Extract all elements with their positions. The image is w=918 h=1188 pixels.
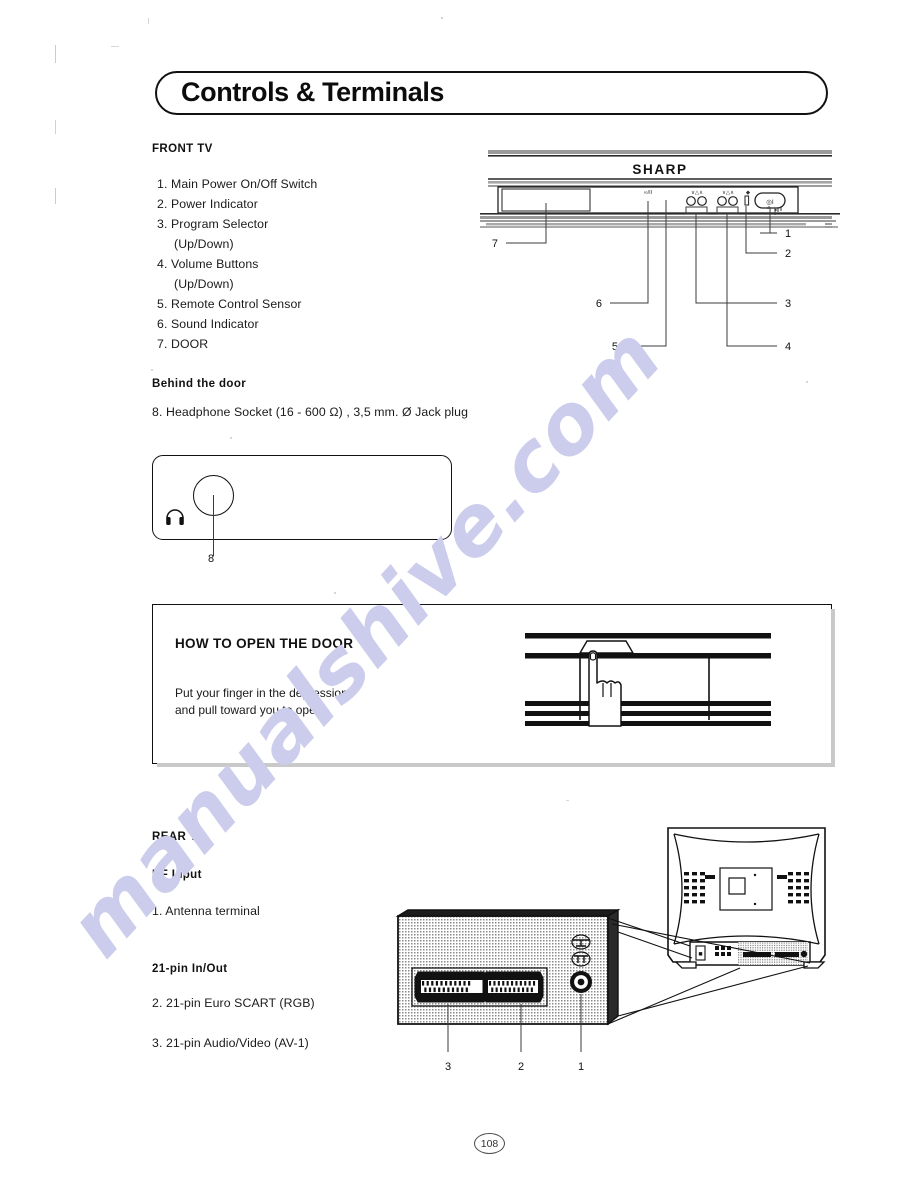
volume-down-button <box>717 196 727 206</box>
tv-rear-body: ■ <box>667 827 826 969</box>
list-item-number: 1. <box>157 177 168 191</box>
program-selector-label: ∨△∧ <box>691 190 703 196</box>
finger-shape <box>588 650 622 727</box>
how-to-open-line2: and pull toward you to open. <box>175 702 326 717</box>
list-item: 6. Sound Indicator <box>157 317 259 331</box>
list-item-number: 5. <box>157 297 168 311</box>
list-item: 3. Program Selector <box>157 217 268 231</box>
front-tv-diagram: SHARP ∞/II ∨△∧ ∨△∧ ◆ ◎I 1 2 3 4 5 6 7 <box>480 143 840 358</box>
front-callout-1: 1 <box>785 228 791 240</box>
box-shadow-right <box>831 609 835 767</box>
scan-speck <box>111 46 119 47</box>
antenna-coax-socket <box>570 971 592 993</box>
list-item-sub: (Up/Down) <box>174 277 234 291</box>
list-item: 7. DOOR <box>157 337 208 351</box>
rear-callout-3: 3 <box>445 1061 451 1073</box>
list-item-label: DOOR <box>171 337 209 351</box>
power-led <box>744 195 750 206</box>
scan-speck <box>151 369 153 371</box>
list-item: 5. Remote Control Sensor <box>157 297 302 311</box>
door-open-illustration <box>525 633 771 727</box>
behind-door-heading: Behind the door <box>152 378 247 390</box>
list-item-label: Main Power On/Off Switch <box>171 177 318 191</box>
front-callout-7: 7 <box>492 238 498 250</box>
rear-callout-2: 2 <box>518 1061 524 1073</box>
list-item: 2. Power Indicator <box>157 197 258 211</box>
antenna-terminal-item: 1. Antenna terminal <box>152 904 260 918</box>
how-to-open-title: HOW TO OPEN THE DOOR <box>175 636 354 651</box>
rear-tv-diagram: ■ 3 2 1 <box>390 820 840 1080</box>
list-item-number: 4. <box>157 257 168 271</box>
scan-speck <box>806 381 808 383</box>
volume-up-button <box>728 196 738 206</box>
list-item-sub: (Up/Down) <box>174 237 234 251</box>
sharp-logo-text: SHARP <box>632 162 687 177</box>
sound-indicator-label: ∞/II <box>644 190 652 196</box>
scan-speck <box>55 45 56 63</box>
scan-speck <box>566 800 569 801</box>
scan-speck <box>441 17 443 19</box>
page-title: Controls & Terminals <box>181 76 445 107</box>
how-to-open-box: HOW TO OPEN THE DOOR Put your finger in … <box>152 604 835 767</box>
scart-rgb-item: 2. 21-pin Euro SCART (RGB) <box>152 996 315 1010</box>
scan-speck <box>334 592 336 594</box>
front-tv-list: 1. Main Power On/Off Switch 2. Power Ind… <box>152 177 482 357</box>
page-title-banner: Controls & Terminals <box>155 71 828 115</box>
list-item-label: Power Indicator <box>171 197 258 211</box>
front-callout-3: 3 <box>785 298 791 310</box>
program-up-button <box>697 196 707 206</box>
front-callout-4: 4 <box>785 341 791 353</box>
how-to-open-text: Put your finger in the depression and pu… <box>175 685 348 718</box>
front-tv-heading: FRONT TV <box>152 143 213 155</box>
power-switch-glyph: ◎I <box>766 199 774 206</box>
box-shadow-bottom <box>157 763 835 767</box>
volume-buttons-label: ∨△∧ <box>722 190 734 196</box>
headphone-panel-diagram <box>152 455 452 556</box>
list-item-number: 6. <box>157 317 168 331</box>
callout-leaders <box>522 200 782 347</box>
list-item: 4. Volume Buttons <box>157 257 259 271</box>
pin-inout-heading: 21-pin In/Out <box>152 963 228 975</box>
front-callout-6: 6 <box>596 298 602 310</box>
rf-input-heading: RF Input <box>152 869 202 881</box>
page-number: 108 <box>474 1133 505 1154</box>
scan-speck <box>148 18 149 24</box>
scan-speck <box>230 437 232 439</box>
scan-speck <box>55 188 56 204</box>
list-item-label: Remote Control Sensor <box>171 297 302 311</box>
headphone-callout-8: 8 <box>208 553 215 565</box>
headphone-callout-leader <box>213 495 214 556</box>
list-item-label: Program Selector <box>171 217 269 231</box>
list-item-number: 3. <box>157 217 168 231</box>
scart-connector-3 <box>414 971 488 1003</box>
scart-av1-item: 3. 21-pin Audio/Video (AV-1) <box>152 1036 309 1050</box>
scart-connector-2 <box>482 971 544 1003</box>
list-item-label: Volume Buttons <box>171 257 259 271</box>
rear-callout-1: 1 <box>578 1061 584 1073</box>
terminal-panel-detail <box>395 908 621 1026</box>
front-callout-5: 5 <box>612 341 618 353</box>
list-item: 1. Main Power On/Off Switch <box>157 177 317 191</box>
front-callout-2: 2 <box>785 248 791 260</box>
list-item-number: 2. <box>157 197 168 211</box>
list-item-number: 7. <box>157 337 168 351</box>
rear-tv-heading: REAR TV <box>152 831 206 843</box>
how-to-open-line1: Put your finger in the depression <box>175 686 348 700</box>
list-item-label: Sound Indicator <box>171 317 259 331</box>
scan-speck <box>55 120 56 134</box>
headphone-socket-item: 8. Headphone Socket (16 - 600 Ω) , 3,5 m… <box>152 405 469 419</box>
program-down-button <box>686 196 696 206</box>
svg-text:■: ■ <box>698 951 702 958</box>
power-indicator-label: ◆ <box>746 190 750 196</box>
